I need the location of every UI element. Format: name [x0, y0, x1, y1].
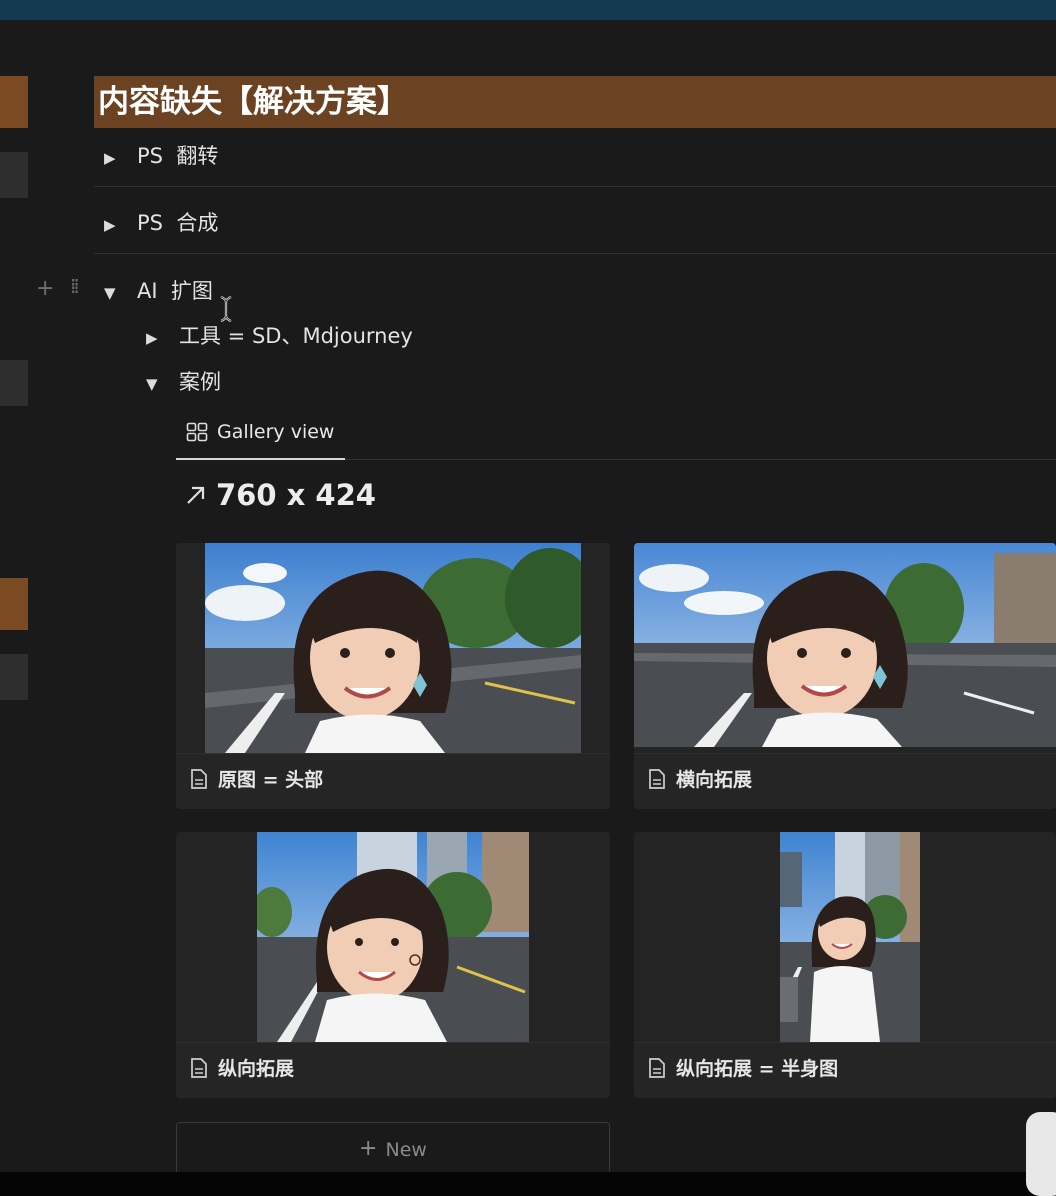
arrow-up-right-icon — [187, 486, 205, 504]
toggle-ps-composite[interactable]: ▶ PS 合成 — [104, 207, 218, 237]
sidebar-item[interactable] — [0, 360, 28, 406]
triangle-down-icon[interactable]: ▼ — [104, 284, 137, 302]
card-title: 横向拓展 — [648, 765, 752, 792]
gallery-grid-icon — [186, 422, 208, 442]
window-top-bar — [0, 0, 1056, 20]
window-bottom-bar — [0, 1172, 1056, 1196]
active-tab-indicator — [176, 458, 345, 460]
page-icon — [649, 768, 665, 789]
gallery-card[interactable]: 纵向拓展 = 半身图 — [634, 832, 1056, 1098]
card-cover — [176, 832, 610, 1043]
gallery-card[interactable]: 原图 = 头部 — [176, 543, 610, 809]
toggle-tools[interactable]: ▶ 工具 = SD、Mdjourney — [146, 320, 413, 350]
page-heading: 内容缺失【解决方案】 — [94, 76, 1056, 128]
tab-gallery-view[interactable]: Gallery view — [186, 421, 334, 443]
card-title: 纵向拓展 = 半身图 — [648, 1054, 838, 1081]
triangle-right-icon[interactable]: ▶ — [104, 149, 137, 167]
toggle-label: PS 合成 — [137, 211, 219, 235]
toggle-label: 案例 — [179, 370, 221, 394]
page-icon — [191, 1057, 207, 1078]
card-title-text: 横向拓展 — [676, 769, 753, 791]
triangle-right-icon[interactable]: ▶ — [146, 329, 179, 347]
toggle-label: AI 扩图 — [137, 279, 213, 303]
portrait-photo — [780, 832, 920, 1042]
linked-db-title[interactable]: 760 x 424 — [184, 478, 376, 512]
toggle-label: 工具 = SD、Mdjourney — [179, 324, 413, 348]
drag-handle-icon[interactable]: ⁞⁞ — [70, 274, 80, 298]
sidebar-item-highlight[interactable] — [0, 578, 28, 630]
page-icon — [191, 768, 207, 789]
divider — [94, 253, 1056, 254]
block-handle[interactable]: + ⁞⁞ — [36, 274, 80, 301]
card-title: 原图 = 头部 — [190, 765, 323, 792]
portrait-photo — [257, 832, 529, 1042]
toggle-ai-outpaint[interactable]: ▼ AI 扩图 — [104, 275, 213, 305]
card-title: 纵向拓展 — [190, 1054, 294, 1081]
text-cursor-icon — [220, 296, 232, 322]
sidebar-item-active[interactable] — [0, 76, 28, 128]
triangle-right-icon[interactable]: ▶ — [104, 216, 137, 234]
linked-db-label: 760 x 424 — [216, 478, 376, 512]
card-title-text: 纵向拓展 — [218, 1058, 295, 1080]
tab-divider — [345, 459, 1056, 460]
gallery-card[interactable]: 纵向拓展 — [176, 832, 610, 1098]
toggle-label: PS 翻转 — [137, 144, 219, 168]
card-cover — [634, 543, 1056, 754]
toggle-cases[interactable]: ▼ 案例 — [146, 366, 221, 396]
card-cover — [634, 832, 1056, 1043]
floating-widget[interactable] — [1026, 1112, 1056, 1196]
toggle-ps-flip[interactable]: ▶ PS 翻转 — [104, 140, 218, 170]
sidebar-item[interactable] — [0, 654, 28, 700]
card-title-text: 原图 = 头部 — [218, 769, 324, 791]
triangle-down-icon[interactable]: ▼ — [146, 375, 179, 393]
page-icon — [649, 1057, 665, 1078]
gallery-card[interactable]: 横向拓展 — [634, 543, 1056, 809]
card-title-text: 纵向拓展 = 半身图 — [676, 1058, 839, 1080]
sidebar-item[interactable] — [0, 152, 28, 198]
card-cover — [176, 543, 610, 754]
add-block-icon[interactable]: + — [36, 276, 54, 301]
portrait-photo — [205, 543, 581, 753]
divider — [94, 186, 1056, 187]
tab-label: Gallery view — [217, 421, 335, 443]
portrait-photo — [634, 543, 1056, 747]
new-card-button[interactable]: + New — [176, 1122, 610, 1178]
